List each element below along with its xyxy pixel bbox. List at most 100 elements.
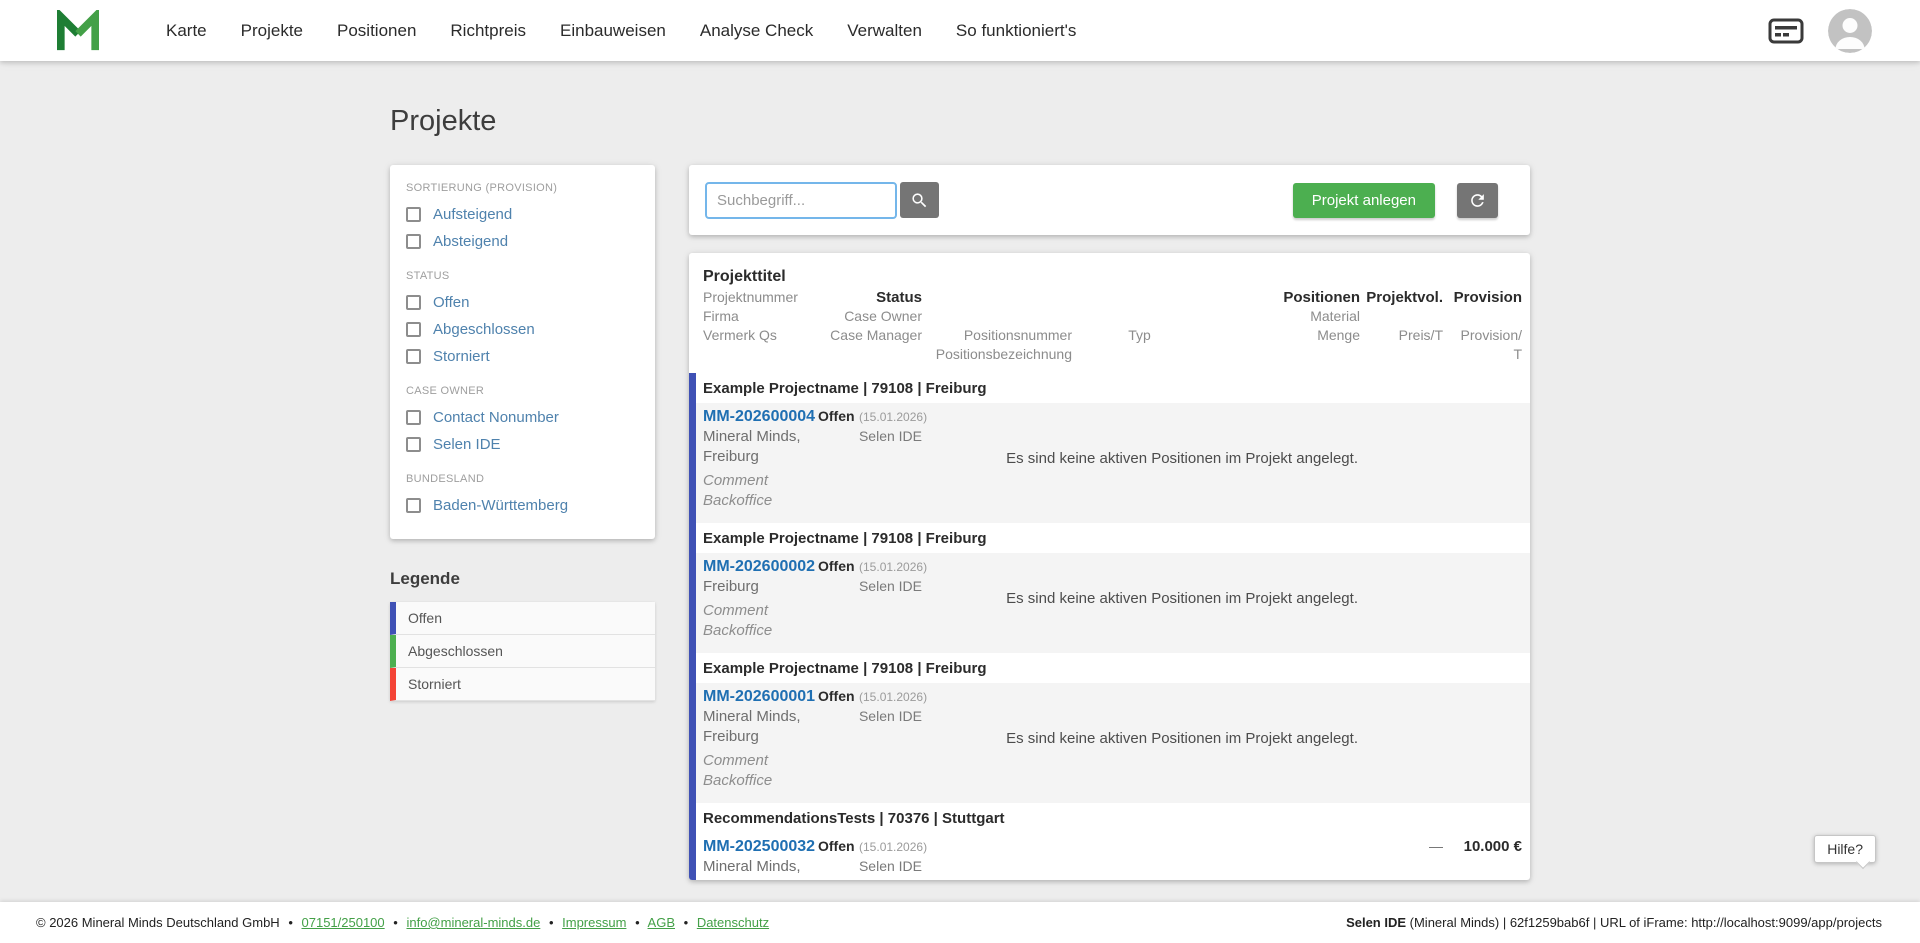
status-badge: Offen: [818, 838, 855, 854]
nav-item-analyse-check[interactable]: Analyse Check: [700, 21, 813, 41]
footer-separator: •: [635, 915, 640, 930]
user-avatar[interactable]: [1828, 9, 1872, 53]
header-case-manager: Case Manager: [818, 326, 922, 345]
nav-item-so-funktionierts[interactable]: So funktioniert's: [956, 21, 1076, 41]
main-nav: Karte Projekte Positionen Richtpreis Ein…: [166, 21, 1076, 41]
footer-separator: •: [288, 915, 293, 930]
checkbox-contact-nonumber[interactable]: [406, 410, 421, 425]
footer-agb-link[interactable]: AGB: [648, 915, 675, 930]
legend: Offen Abgeschlossen Storniert: [390, 602, 655, 701]
project-status-cell: Offen (15.01.2026) Selen IDE: [818, 406, 922, 511]
projects-table: Projekttitel Projektnummer Status Positi…: [689, 253, 1530, 880]
project-provision: 10.000 €: [1443, 836, 1522, 880]
footer-datenschutz-link[interactable]: Datenschutz: [697, 915, 769, 930]
footer-separator: •: [684, 915, 689, 930]
checkbox-baden-wuerttemberg[interactable]: [406, 498, 421, 513]
legend-title: Legende: [390, 569, 655, 589]
footer-email-link[interactable]: info@mineral-minds.de: [406, 915, 540, 930]
filter-contact-nonumber[interactable]: Contact Nonumber: [406, 404, 639, 431]
status-date: (15.01.2026): [859, 840, 927, 854]
header-provision-t: Provision/: [1443, 326, 1522, 345]
checkbox-aufsteigend[interactable]: [406, 207, 421, 222]
project-backoffice: Backoffice: [703, 771, 818, 791]
filter-section-status: STATUS: [406, 270, 639, 282]
checkbox-abgeschlossen[interactable]: [406, 322, 421, 337]
left-column: SORTIERUNG (PROVISION) Aufsteigend Abste…: [390, 165, 655, 701]
project-number-link[interactable]: MM-202600004: [703, 406, 815, 427]
project-main-cell: MM-202600004 Mineral Minds, Freiburg Com…: [703, 406, 818, 511]
filter-baden-wuerttemberg[interactable]: Baden-Württemberg: [406, 492, 639, 519]
checkbox-absteigend[interactable]: [406, 234, 421, 249]
header-provision-t-2: T: [1443, 345, 1522, 364]
filter-offen[interactable]: Offen: [406, 289, 639, 316]
project-backoffice: Backoffice: [703, 621, 818, 641]
header-projektvol: Projektvol.: [1360, 288, 1443, 307]
nav-item-einbauweisen[interactable]: Einbauweisen: [560, 21, 666, 41]
status-date: (15.01.2026): [859, 410, 927, 424]
header-menge: Menge: [1207, 326, 1360, 345]
project-status-cell: Offen (15.01.2026) Selen IDE: [818, 556, 922, 641]
filter-abgeschlossen[interactable]: Abgeschlossen: [406, 316, 639, 343]
filter-section-case-owner: CASE OWNER: [406, 385, 639, 397]
header-case-owner: Case Owner: [818, 307, 922, 326]
status-date: (15.01.2026): [859, 690, 927, 704]
project-number-link[interactable]: MM-202500032: [703, 836, 815, 857]
project-number-link[interactable]: MM-202600002: [703, 556, 815, 577]
project-city: Freiburg: [703, 577, 818, 597]
no-positions-message: Es sind keine aktiven Positionen im Proj…: [922, 450, 1360, 467]
checkbox-offen[interactable]: [406, 295, 421, 310]
checkbox-selen-ide[interactable]: [406, 437, 421, 452]
footer-phone-link[interactable]: 07151/250100: [302, 915, 385, 930]
project-title: Example Projectname | 79108 | Freiburg: [696, 373, 1530, 403]
header-positionsnummer: Positionsnummer: [922, 326, 1072, 345]
filter-section-sortierung: SORTIERUNG (PROVISION): [406, 182, 639, 194]
help-button[interactable]: Hilfe?: [1814, 835, 1876, 863]
project-company: Mineral Minds,: [703, 427, 818, 447]
project-row: Example Projectname | 79108 | Freiburg M…: [689, 373, 1530, 523]
project-backoffice: Backoffice: [703, 491, 818, 511]
filter-section-bundesland: BUNDESLAND: [406, 473, 639, 485]
nav-item-richtpreis[interactable]: Richtpreis: [450, 21, 526, 41]
status-badge: Offen: [818, 688, 855, 704]
filter-absteigend[interactable]: Absteigend: [406, 228, 639, 255]
search-input[interactable]: [705, 182, 897, 219]
navbar: Karte Projekte Positionen Richtpreis Ein…: [0, 0, 1920, 61]
card-reader-icon[interactable]: [1768, 18, 1804, 44]
nav-item-projekte[interactable]: Projekte: [241, 21, 303, 41]
filter-storniert[interactable]: Storniert: [406, 343, 639, 370]
footer-separator: •: [549, 915, 554, 930]
no-positions-message: Es sind keine aktiven Positionen im Proj…: [922, 590, 1360, 607]
case-owner: Selen IDE: [818, 857, 922, 875]
filter-aufsteigend[interactable]: Aufsteigend: [406, 201, 639, 228]
project-city: Stuttgart: [703, 877, 818, 880]
filter-panel: SORTIERUNG (PROVISION) Aufsteigend Abste…: [390, 165, 655, 539]
filter-selen-ide[interactable]: Selen IDE: [406, 431, 639, 458]
nav-item-verwalten[interactable]: Verwalten: [847, 21, 922, 41]
footer-copyright: © 2026 Mineral Minds Deutschland GmbH: [36, 915, 280, 930]
search-icon: [910, 191, 929, 210]
header-positionsbezeichnung: Positionsbezeichnung: [922, 345, 1072, 364]
project-number-link[interactable]: MM-202600001: [703, 686, 815, 707]
project-city: Freiburg: [703, 447, 818, 467]
refresh-icon: [1468, 191, 1487, 210]
project-title: RecommendationsTests | 70376 | Stuttgart: [696, 803, 1530, 833]
nav-item-positionen[interactable]: Positionen: [337, 21, 416, 41]
status-badge: Offen: [818, 408, 855, 424]
legend-item-abgeschlossen: Abgeschlossen: [390, 635, 655, 668]
nav-item-karte[interactable]: Karte: [166, 21, 207, 41]
search-button[interactable]: [900, 182, 939, 218]
brand-logo[interactable]: [54, 10, 102, 52]
navbar-right: [1768, 9, 1872, 53]
checkbox-storniert[interactable]: [406, 349, 421, 364]
person-icon: [1828, 9, 1872, 53]
project-company: Mineral Minds,: [703, 707, 818, 727]
footer-impressum-link[interactable]: Impressum: [562, 915, 626, 930]
footer-left: © 2026 Mineral Minds Deutschland GmbH • …: [36, 915, 769, 930]
header-material: Material: [1207, 307, 1360, 326]
project-main-cell: MM-202600002 Freiburg Comment Backoffice: [703, 556, 818, 641]
session-user: Selen IDE: [1346, 915, 1406, 930]
create-project-button[interactable]: Projekt anlegen: [1293, 183, 1435, 218]
project-comment: Comment: [703, 601, 818, 621]
refresh-button[interactable]: [1457, 183, 1498, 218]
no-positions-message: Es sind keine aktiven Positionen im Proj…: [922, 730, 1360, 747]
